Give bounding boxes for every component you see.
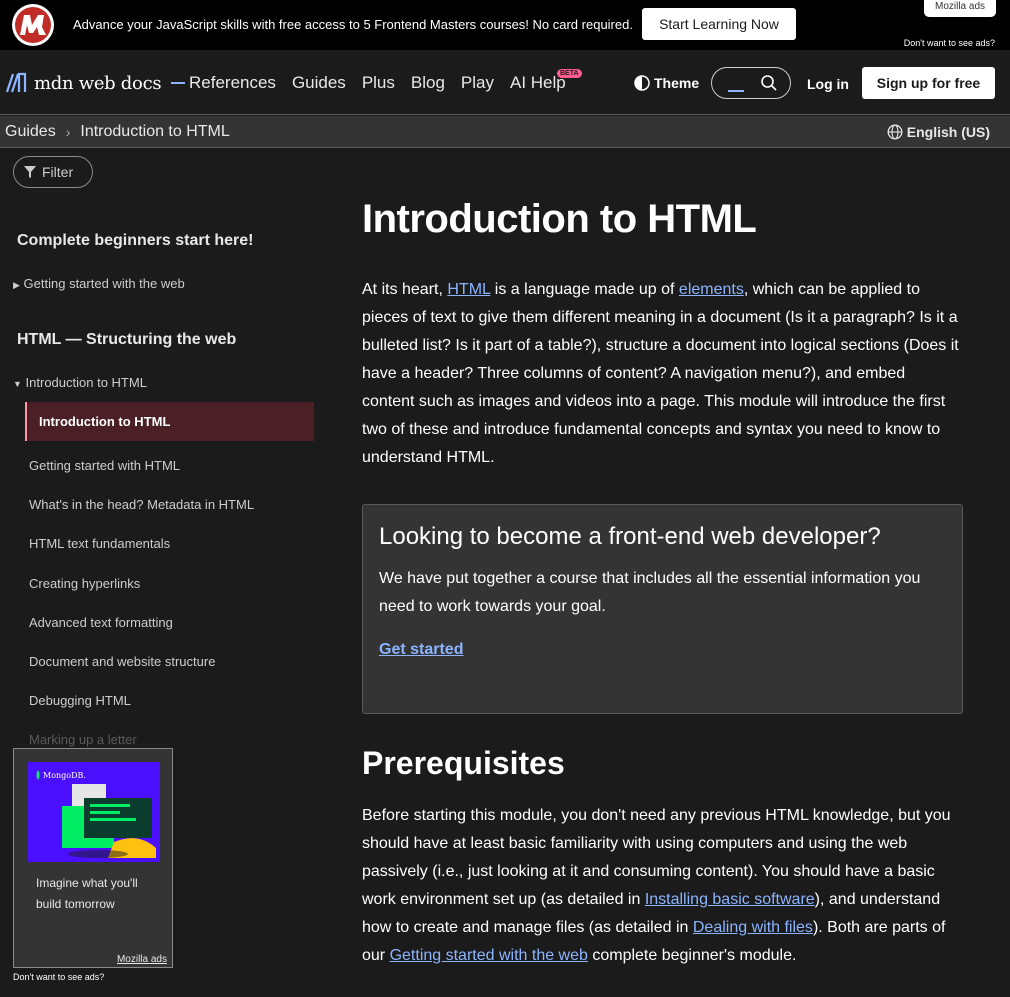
sidebar-item-intro-group[interactable]: ▼ Introduction to HTML (13, 375, 147, 390)
mdn-m-icon (6, 72, 27, 93)
intro-paragraph: At its heart, HTML is a language made up… (362, 276, 962, 472)
dealing-files-link[interactable]: Dealing with files (693, 919, 813, 936)
ad-text[interactable]: Advance your JavaScript skills with free… (73, 17, 633, 32)
sidebar-item-advanced-text[interactable]: Advanced text formatting (29, 615, 173, 630)
sidebar-item-label: Introduction to HTML (25, 375, 147, 390)
breadcrumb: Guides › Introduction to HTML (5, 123, 230, 141)
sidebar-item-metadata[interactable]: What's in the head? Metadata in HTML (29, 497, 254, 512)
front-end-callout: Looking to become a front-end web develo… (362, 504, 963, 714)
login-link[interactable]: Log in (807, 76, 849, 92)
menu-blog[interactable]: Blog (411, 73, 445, 93)
sidebar-item-document-structure[interactable]: Document and website structure (29, 654, 215, 669)
sidebar-item-getting-started-web[interactable]: ▶ Getting started with the web (13, 276, 185, 291)
elements-link[interactable]: elements (679, 281, 744, 298)
menu-plus[interactable]: Plus (362, 73, 395, 93)
installing-software-link[interactable]: Installing basic software (645, 891, 815, 908)
mdn-logo[interactable]: mdn web docs (6, 72, 186, 94)
html-link[interactable]: HTML (447, 281, 490, 298)
callout-body: We have put together a course that inclu… (379, 570, 921, 615)
triangle-down-icon: ▼ (13, 379, 22, 389)
globe-icon (887, 124, 903, 140)
intro-text-2: is a language made up of (490, 281, 679, 298)
sidebar-section-beginners: Complete beginners start here! (17, 232, 254, 249)
sidebar-ad[interactable]: MongoDB. Imagine what you'll build tomor… (13, 748, 173, 968)
breadcrumb-guides[interactable]: Guides (5, 123, 56, 141)
language-selector[interactable]: English (US) (887, 124, 990, 140)
sidebar-item-getting-started-html[interactable]: Getting started with HTML (29, 458, 180, 473)
sidebar-item-letter[interactable]: Marking up a letter (29, 732, 137, 747)
sidebar-section-html: HTML — Structuring the web (17, 331, 237, 348)
sidebar-item-label: Getting started with the web (23, 276, 185, 291)
menu-play[interactable]: Play (461, 73, 494, 93)
page-title: Introduction to HTML (362, 197, 757, 241)
prerequisites-paragraph: Before starting this module, you don't n… (362, 802, 972, 970)
menu-references[interactable]: References (189, 73, 276, 93)
logo-text: mdn web docs (34, 72, 162, 94)
intro-text-1: At its heart, (362, 281, 448, 298)
sidebar-item-active[interactable]: Introduction to HTML (25, 402, 314, 441)
chevron-right-icon: › (65, 124, 71, 140)
top-nav: mdn web docs References Guides Plus Blog… (0, 50, 1010, 115)
signup-button[interactable]: Sign up for free (862, 67, 995, 99)
beta-badge: BETA (557, 69, 582, 78)
logo-underscore (171, 82, 186, 84)
filter-label: Filter (42, 164, 74, 180)
sidebar-item-debugging[interactable]: Debugging HTML (29, 693, 131, 708)
ad-caption[interactable]: Imagine what you'll build tomorrow (36, 873, 156, 915)
prereq-text-4: complete beginner's module. (587, 947, 797, 964)
menu-guides[interactable]: Guides (292, 73, 346, 93)
dont-want-ads-link[interactable]: Don't want to see ads? (904, 38, 995, 48)
filter-button[interactable]: Filter (13, 156, 93, 188)
ad-banner: Advance your JavaScript skills with free… (0, 0, 1010, 50)
search-input[interactable] (711, 67, 791, 99)
getting-started-web-link[interactable]: Getting started with the web (390, 947, 588, 964)
theme-label: Theme (654, 75, 700, 91)
callout-heading: Looking to become a front-end web develo… (379, 523, 881, 550)
mozilla-ads-link[interactable]: Mozilla ads (924, 0, 996, 17)
get-started-link[interactable]: Get started (379, 641, 463, 659)
breadcrumb-current[interactable]: Introduction to HTML (80, 123, 229, 141)
start-learning-button[interactable]: Start Learning Now (642, 8, 796, 40)
triangle-right-icon: ▶ (13, 280, 20, 290)
prerequisites-heading: Prerequisites (362, 745, 565, 781)
theme-half-circle-icon (634, 75, 650, 91)
sidebar-dont-want-ads-link[interactable]: Don't want to see ads? (13, 972, 104, 982)
mongodb-brand-text: MongoDB. (43, 771, 86, 780)
frontend-masters-logo-icon[interactable] (8, 3, 58, 47)
search-caret (728, 90, 744, 92)
main-menu: References Guides Plus Blog Play AI Help (189, 73, 566, 93)
breadcrumb-bar: Guides › Introduction to HTML English (U… (0, 116, 1010, 148)
mongodb-illustration-icon: MongoDB. (28, 762, 160, 862)
filter-funnel-icon (24, 166, 36, 178)
sidebar-item-text-fundamentals[interactable]: HTML text fundamentals (29, 536, 170, 551)
intro-text-3: , which can be applied to pieces of text… (362, 281, 959, 466)
sidebar-mozilla-ads-link[interactable]: Mozilla ads (117, 954, 167, 965)
ad-image[interactable]: MongoDB. (28, 762, 160, 862)
search-icon[interactable] (760, 74, 778, 92)
language-label: English (US) (906, 124, 990, 140)
theme-button[interactable]: Theme (634, 75, 699, 91)
sidebar-item-hyperlinks[interactable]: Creating hyperlinks (29, 576, 140, 591)
